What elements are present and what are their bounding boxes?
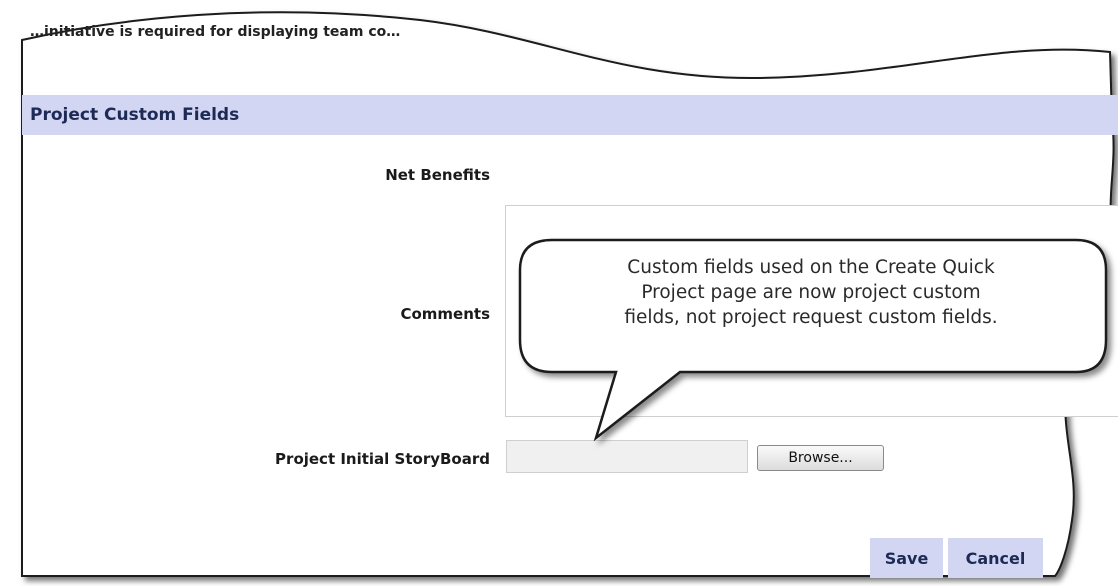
callout-line-1: Custom fields used on the Create Quick [627,257,995,278]
callout-line-3: fields, not project request custom field… [624,307,998,328]
callout-text: Custom fields used on the Create Quick P… [536,255,1086,330]
callout-line-2: Project page are now project custom [641,282,981,303]
